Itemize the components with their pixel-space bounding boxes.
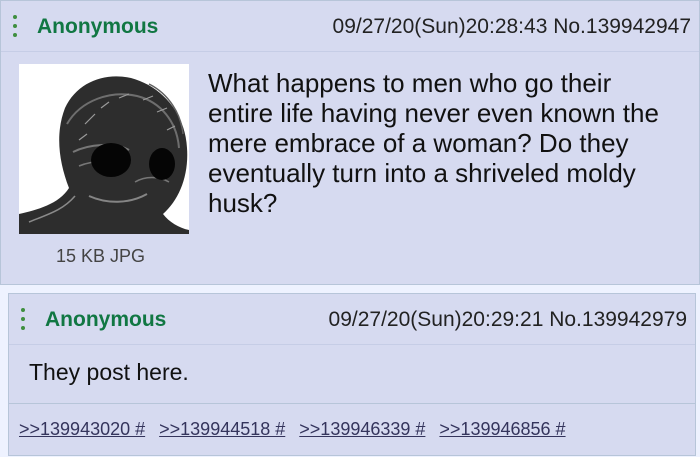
- backlink[interactable]: >>139944518 #: [159, 419, 285, 440]
- post-menu-icon[interactable]: [19, 306, 27, 332]
- post-menu-icon[interactable]: [11, 13, 19, 39]
- wojak-husk-image[interactable]: [19, 64, 189, 234]
- op-post: Anonymous 09/27/20(Sun)20:28:43 No.13994…: [0, 0, 700, 285]
- post-header: Anonymous 09/27/20(Sun)20:28:43 No.13994…: [1, 1, 699, 52]
- backlink[interactable]: >>139946856 #: [439, 419, 565, 440]
- backlink[interactable]: >>139943020 #: [19, 419, 145, 440]
- post-body: They post here.: [29, 359, 189, 385]
- backlinks: >>139943020 # >>139944518 # >>139946339 …: [9, 403, 695, 455]
- file-info: 15 KB JPG: [56, 246, 146, 266]
- post-meta[interactable]: 09/27/20(Sun)20:29:21 No.139942979: [329, 308, 687, 332]
- reply-post: Anonymous 09/27/20(Sun)20:29:21 No.13994…: [8, 293, 696, 456]
- backlink[interactable]: >>139946339 #: [299, 419, 425, 440]
- poster-name: Anonymous: [37, 15, 159, 38]
- post-meta[interactable]: 09/27/20(Sun)20:28:43 No.139942947: [333, 15, 691, 39]
- poster-name: Anonymous: [45, 308, 167, 331]
- post-header: Anonymous 09/27/20(Sun)20:29:21 No.13994…: [9, 294, 695, 345]
- post-body: What happens to men who go their entire …: [208, 68, 659, 218]
